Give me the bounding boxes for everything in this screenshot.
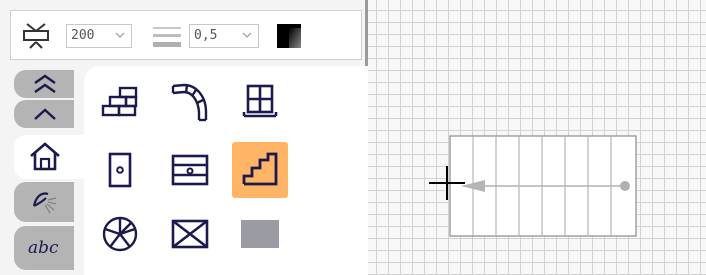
tool-palette xyxy=(84,66,368,275)
house-icon xyxy=(30,142,60,171)
stairs-icon xyxy=(242,152,278,186)
scroll-up-button[interactable] xyxy=(14,100,74,128)
gray-block-icon xyxy=(241,220,279,248)
line-thickness-value: 0,5 xyxy=(194,28,218,43)
chevron-down-icon xyxy=(115,32,125,39)
chevron-up-icon xyxy=(34,108,56,120)
property-toolbar: 200 0,5 xyxy=(10,10,362,60)
tab-house[interactable] xyxy=(14,135,86,179)
spiral-stairs-icon xyxy=(102,216,138,252)
tool-crossed-box[interactable] xyxy=(162,206,218,262)
tool-stairs[interactable] xyxy=(232,142,288,198)
color-swatch-button[interactable] xyxy=(277,24,301,48)
text-icon: abc xyxy=(28,238,59,258)
wall-width-value: 200 xyxy=(71,28,95,43)
tool-window[interactable] xyxy=(232,74,288,130)
line-thickness-icon xyxy=(151,21,185,51)
drawing-canvas[interactable] xyxy=(368,0,706,275)
wall-width-icon xyxy=(19,21,53,51)
stairs-drawing[interactable] xyxy=(368,0,706,275)
wall-width-select[interactable]: 200 xyxy=(66,24,132,48)
tab-text[interactable]: abc xyxy=(14,226,74,270)
tool-spiral-stairs[interactable] xyxy=(92,206,148,262)
crossed-box-icon xyxy=(171,219,209,249)
brick-wall-icon xyxy=(101,86,138,117)
cabinet-icon xyxy=(171,154,209,186)
stair-start-dot xyxy=(620,181,630,191)
tool-curved-wall[interactable] xyxy=(162,74,218,130)
tool-panel: 200 0,5 abc xyxy=(0,0,368,275)
window-icon xyxy=(242,84,278,118)
tool-gray-block[interactable] xyxy=(232,206,288,262)
tool-brick-wall[interactable] xyxy=(92,74,148,130)
door-icon xyxy=(108,152,132,188)
tool-cabinet[interactable] xyxy=(162,142,218,198)
tab-lighting[interactable] xyxy=(14,182,74,222)
curved-wall-icon xyxy=(171,83,208,122)
line-thickness-select[interactable]: 0,5 xyxy=(189,24,259,48)
tool-door[interactable] xyxy=(92,142,148,198)
double-chevron-up-icon xyxy=(34,74,56,93)
chevron-down-icon xyxy=(242,32,252,39)
light-icon xyxy=(32,192,57,214)
scroll-up-fast-button[interactable] xyxy=(14,70,74,98)
